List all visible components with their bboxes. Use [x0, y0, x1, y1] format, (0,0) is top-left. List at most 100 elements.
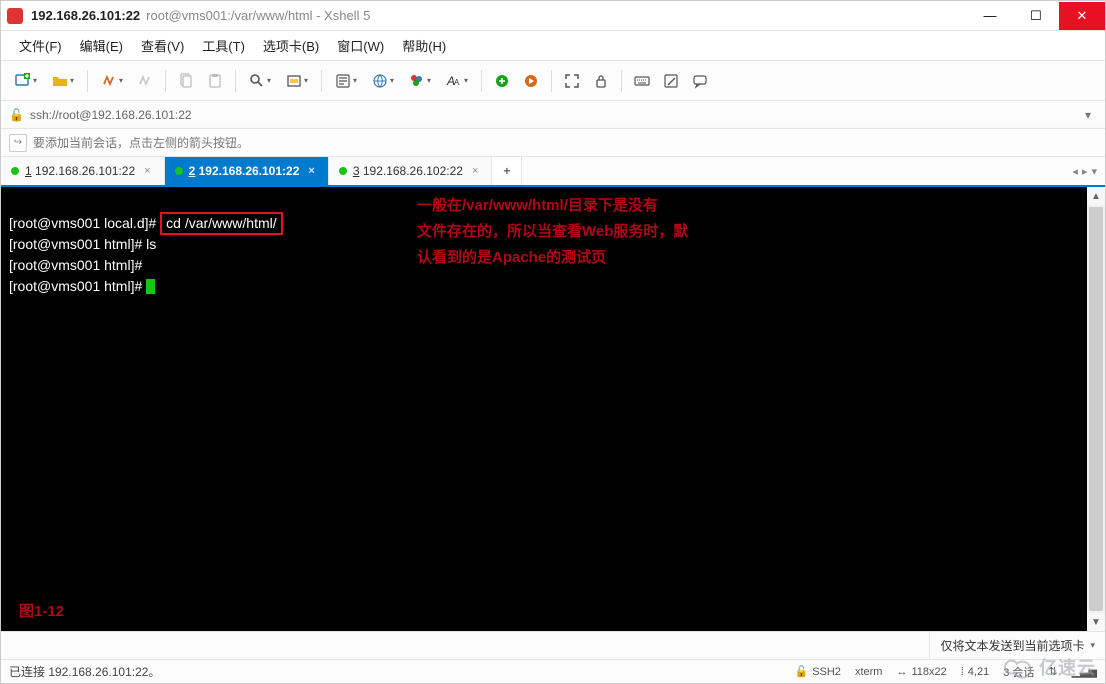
- menu-window[interactable]: 窗口(W): [329, 32, 392, 59]
- address-dropdown[interactable]: ▾: [1079, 108, 1097, 122]
- status-dot-icon: [175, 167, 183, 175]
- scroll-down-button[interactable]: ▼: [1087, 613, 1105, 631]
- tab-label: 2 192.168.26.101:22: [189, 164, 300, 178]
- tab-list-button[interactable]: ▾: [1091, 165, 1097, 178]
- terminal-line: [root@vms001 html]#: [9, 257, 142, 273]
- watermark-text: 亿速云: [1039, 654, 1096, 680]
- figure-label: 图1-12: [19, 602, 64, 621]
- status-dot-icon: [339, 167, 347, 175]
- annotation-line-1: 一般在/var/www/html/目录下是没有: [417, 193, 658, 219]
- reconnect-button[interactable]: [95, 68, 129, 94]
- menu-edit[interactable]: 编辑(E): [72, 32, 131, 59]
- app-icon: [7, 8, 23, 24]
- title-host: 192.168.26.101:22: [31, 8, 140, 23]
- xftp-button[interactable]: [489, 68, 515, 94]
- xstartcmd-button[interactable]: [518, 68, 544, 94]
- titlebar[interactable]: 192.168.26.101:22 root@vms001:/var/www/h…: [1, 1, 1105, 31]
- tab-2[interactable]: 2 192.168.26.101:22 ×: [165, 157, 329, 185]
- resize-icon: ↔: [896, 666, 907, 678]
- hint-text: 要添加当前会话，点击左侧的箭头按钮。: [33, 134, 249, 151]
- terminal-line: [root@vms001 local.d]# cd /var/www/html/: [9, 215, 283, 231]
- annotation-line-2: 文件存在的，所以当查看Web服务时，默: [417, 219, 688, 245]
- tab-label: 3 192.168.26.102:22: [353, 164, 463, 178]
- tab-close-button[interactable]: ×: [305, 165, 317, 177]
- status-bar: 已连接 192.168.26.101:22。 🔓SSH2 xterm ↔118x…: [1, 659, 1105, 683]
- window-controls: — ☐ ✕: [967, 2, 1105, 30]
- close-button[interactable]: ✕: [1059, 2, 1105, 30]
- send-bar: 仅将文本发送到当前选项卡: [1, 631, 1105, 659]
- open-button[interactable]: [46, 68, 80, 94]
- app-window: 192.168.26.101:22 root@vms001:/var/www/h…: [0, 0, 1106, 684]
- menubar: 文件(F) 编辑(E) 查看(V) 工具(T) 选项卡(B) 窗口(W) 帮助(…: [1, 31, 1105, 61]
- tab-close-button[interactable]: ×: [141, 165, 153, 177]
- status-size: ↔118x22: [896, 666, 946, 678]
- paste-button[interactable]: [202, 68, 228, 94]
- lock-icon: 🔓: [9, 108, 24, 122]
- menu-view[interactable]: 查看(V): [133, 32, 192, 59]
- tab-next-button[interactable]: ▸: [1082, 165, 1088, 178]
- status-pos: ⁞4,21: [961, 666, 989, 678]
- tab-3[interactable]: 3 192.168.26.102:22 ×: [329, 157, 493, 185]
- terminal-scrollbar[interactable]: ▲ ▼: [1087, 187, 1105, 631]
- toolbar-separator: [87, 70, 88, 92]
- terminal-line: [root@vms001 html]# ls: [9, 236, 156, 252]
- toolbar-separator: [321, 70, 322, 92]
- new-tab-button[interactable]: +: [492, 157, 522, 185]
- toolbar-separator: [481, 70, 482, 92]
- status-dot-icon: [11, 167, 19, 175]
- copy-button[interactable]: [173, 68, 199, 94]
- svg-text:A: A: [454, 78, 460, 87]
- send-input[interactable]: [1, 639, 929, 653]
- add-session-arrow-button[interactable]: ↪: [9, 134, 27, 152]
- highlight-button[interactable]: [280, 68, 314, 94]
- lock-icon: 🔓: [794, 665, 808, 678]
- tab-close-button[interactable]: ×: [469, 165, 481, 177]
- scroll-thumb[interactable]: [1089, 207, 1103, 611]
- menu-file[interactable]: 文件(F): [11, 32, 70, 59]
- tab-strip: 1 192.168.26.101:22 × 2 192.168.26.101:2…: [1, 157, 1105, 187]
- terminal-area: [root@vms001 local.d]# cd /var/www/html/…: [1, 187, 1105, 631]
- coloring-button[interactable]: [403, 68, 437, 94]
- menu-tools[interactable]: 工具(T): [194, 32, 253, 59]
- lock-button[interactable]: [588, 68, 614, 94]
- send-target-label: 仅将文本发送到当前选项卡: [940, 637, 1084, 654]
- toolbar-separator: [551, 70, 552, 92]
- tab-1[interactable]: 1 192.168.26.101:22 ×: [1, 157, 165, 185]
- address-bar: 🔓 ▾: [1, 101, 1105, 129]
- menu-help[interactable]: 帮助(H): [394, 32, 454, 59]
- hint-bar: ↪ 要添加当前会话，点击左侧的箭头按钮。: [1, 129, 1105, 157]
- status-ssh: 🔓SSH2: [794, 665, 840, 678]
- disconnect-button[interactable]: [132, 68, 158, 94]
- address-input[interactable]: [30, 108, 1079, 122]
- terminal-line: [root@vms001 html]#: [9, 278, 155, 294]
- title-path: root@vms001:/var/www/html - Xshell 5: [146, 8, 370, 23]
- toolbar: AA: [1, 61, 1105, 101]
- tab-label: 1 192.168.26.101:22: [25, 164, 135, 178]
- toolbar-separator: [621, 70, 622, 92]
- toolbar-separator: [165, 70, 166, 92]
- font-button[interactable]: AA: [440, 68, 474, 94]
- find-button[interactable]: [243, 68, 277, 94]
- compose-button[interactable]: [658, 68, 684, 94]
- new-session-button[interactable]: [9, 68, 43, 94]
- cursor-pos-icon: ⁞: [961, 666, 964, 678]
- encoding-button[interactable]: [366, 68, 400, 94]
- tab-nav: ◂ ▸ ▾: [1072, 157, 1105, 185]
- scroll-up-button[interactable]: ▲: [1087, 187, 1105, 205]
- cursor-icon: [146, 279, 155, 294]
- annotation-line-3: 认看到的是Apache的测试页: [417, 245, 606, 271]
- status-term: xterm: [855, 666, 883, 678]
- watermark: 亿速云: [1001, 654, 1096, 680]
- keyboard-button[interactable]: [629, 68, 655, 94]
- maximize-button[interactable]: ☐: [1013, 2, 1059, 30]
- menu-tabs[interactable]: 选项卡(B): [255, 32, 327, 59]
- props-button[interactable]: [329, 68, 363, 94]
- fullscreen-button[interactable]: [559, 68, 585, 94]
- terminal[interactable]: [root@vms001 local.d]# cd /var/www/html/…: [1, 187, 1087, 631]
- message-button[interactable]: [687, 68, 713, 94]
- highlighted-command: cd /var/www/html/: [160, 212, 282, 235]
- status-connection: 已连接 192.168.26.101:22。: [9, 663, 160, 680]
- minimize-button[interactable]: —: [967, 2, 1013, 30]
- tab-prev-button[interactable]: ◂: [1072, 165, 1078, 178]
- toolbar-separator: [235, 70, 236, 92]
